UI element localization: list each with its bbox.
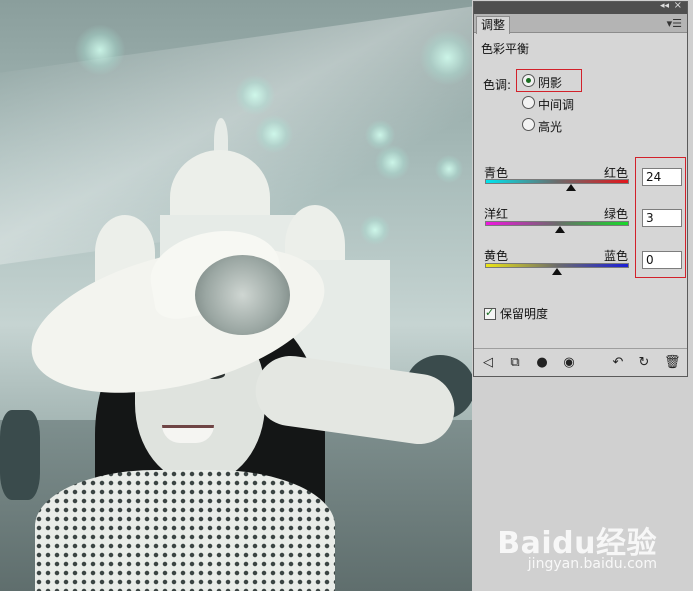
slider-blue-label: 蓝色: [604, 249, 629, 263]
cyan-red-value-input[interactable]: 24: [642, 168, 682, 186]
bokeh-light: [375, 145, 410, 180]
preserve-luminosity-label[interactable]: 保留明度: [500, 305, 548, 322]
radio-highlights-label[interactable]: 高光: [538, 118, 562, 135]
radio-midtones-label[interactable]: 中间调: [538, 96, 574, 113]
slider-green-label: 绿色: [604, 207, 629, 221]
bokeh-light: [255, 115, 293, 153]
back-arrow-icon[interactable]: ◁: [480, 355, 496, 371]
tree: [0, 410, 40, 500]
adjustment-title: 色彩平衡: [481, 42, 530, 56]
radio-shadows[interactable]: [522, 74, 535, 87]
adjustments-panel: ◂◂ × 调整 ▾☰ 色彩平衡 色调: 阴影 中间调 高光 青色 红色 24 洋…: [473, 0, 688, 377]
yellow-blue-value-input[interactable]: 0: [642, 251, 682, 269]
slider-cyan-red-thumb[interactable]: [566, 184, 577, 191]
radio-shadows-label[interactable]: 阴影: [538, 74, 562, 91]
trash-icon[interactable]: 🗑: [664, 355, 681, 371]
girl-shirt: [35, 470, 335, 591]
slider-magenta-green-thumb[interactable]: [554, 226, 565, 233]
bokeh-light: [75, 25, 125, 75]
image-canvas[interactable]: [0, 0, 472, 591]
collapse-icon[interactable]: ◂◂: [660, 1, 669, 11]
bokeh-light: [235, 75, 275, 115]
panel-toolbar: ◁ ⧉ ● ◉ ↶ ↻ 🗑: [474, 348, 687, 376]
radio-highlights[interactable]: [522, 118, 535, 131]
slider-yellow-blue-thumb[interactable]: [552, 268, 562, 275]
tone-label: 色调:: [483, 78, 512, 92]
panel-titlebar: ◂◂ ×: [474, 0, 687, 14]
mask-icon[interactable]: ●: [534, 355, 550, 371]
bokeh-light: [420, 30, 472, 85]
radio-midtones[interactable]: [522, 96, 535, 109]
preserve-luminosity-checkbox[interactable]: [484, 306, 496, 320]
view-previous-icon[interactable]: ↶: [610, 355, 626, 371]
watermark-url: jingyan.baidu.com: [527, 556, 657, 572]
slider-magenta-label: 洋红: [484, 207, 509, 221]
magenta-green-value-input[interactable]: 3: [642, 209, 682, 227]
tab-adjustments[interactable]: 调整: [476, 16, 510, 34]
close-icon[interactable]: ×: [674, 0, 682, 11]
visibility-eye-icon[interactable]: ◉: [561, 355, 577, 371]
slider-yellow-label: 黄色: [484, 249, 509, 263]
panel-menu-icon[interactable]: ▾☰: [667, 17, 682, 30]
panel-tab-row: 调整 ▾☰: [474, 14, 687, 34]
hat-flower: [195, 255, 290, 335]
reset-icon[interactable]: ↻: [636, 355, 652, 371]
bokeh-light: [360, 215, 390, 245]
slider-cyan-red-track[interactable]: [485, 179, 629, 184]
layer-clip-icon[interactable]: ⧉: [507, 355, 523, 371]
bokeh-light: [435, 155, 463, 183]
